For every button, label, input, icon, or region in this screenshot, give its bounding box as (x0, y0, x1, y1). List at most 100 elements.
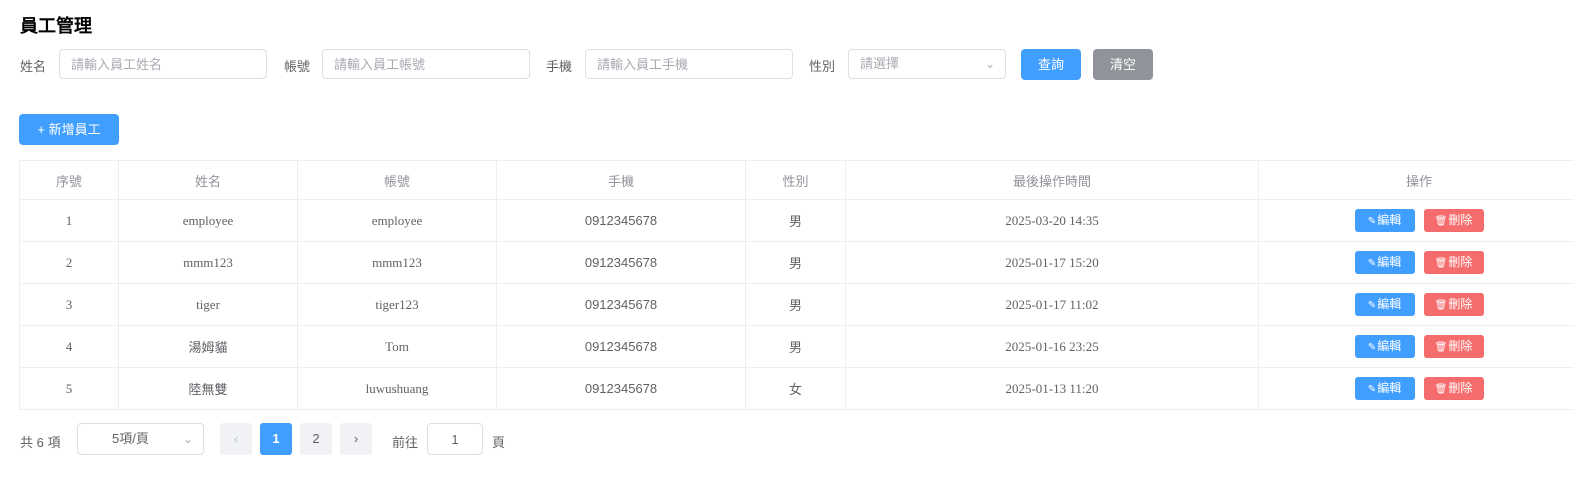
table-row: 2 mmm123 mmm123 0912345678 男 2025-01-17 … (19, 241, 1574, 284)
cell-account: Tom (297, 325, 497, 368)
cell-actions: ✎編輯 🗑刪除 (1258, 199, 1574, 242)
edit-icon: ✎ (1367, 216, 1377, 227)
trash-icon: 🗑 (1434, 384, 1448, 395)
cell-account: luwushuang (297, 367, 497, 410)
header-index: 序號 (19, 160, 119, 200)
cell-phone: 0912345678 (496, 367, 746, 410)
trash-icon: 🗑 (1434, 258, 1448, 269)
delete-label: 刪除 (1448, 381, 1473, 395)
gender-label: 性別 (809, 59, 836, 74)
cell-account: mmm123 (297, 241, 497, 284)
cell-name: mmm123 (118, 241, 298, 284)
edit-icon: ✎ (1367, 258, 1377, 269)
cell-index: 5 (19, 367, 119, 410)
edit-label: 編輯 (1377, 255, 1402, 269)
cell-name: employee (118, 199, 298, 242)
cell-phone: 0912345678 (496, 325, 746, 368)
cell-phone: 0912345678 (496, 283, 746, 326)
cell-actions: ✎編輯 🗑刪除 (1258, 325, 1574, 368)
edit-label: 編輯 (1377, 339, 1402, 353)
edit-icon: ✎ (1367, 342, 1377, 353)
cell-gender: 男 (745, 241, 846, 284)
prev-page-button[interactable]: ‹ (220, 423, 252, 455)
chevron-right-icon: › (353, 431, 359, 446)
cell-name: 湯姆貓 (118, 325, 298, 368)
chevron-down-icon: ⌄ (182, 432, 193, 446)
delete-button[interactable]: 🗑刪除 (1423, 209, 1484, 232)
edit-button[interactable]: ✎編輯 (1354, 335, 1415, 358)
delete-button[interactable]: 🗑刪除 (1423, 377, 1484, 400)
cell-index: 4 (19, 325, 119, 368)
delete-button[interactable]: 🗑刪除 (1423, 251, 1484, 274)
edit-button[interactable]: ✎編輯 (1354, 377, 1415, 400)
gender-select-placeholder: 請選擇 (860, 56, 900, 71)
search-button[interactable]: 查詢 (1021, 49, 1081, 80)
delete-label: 刪除 (1448, 339, 1473, 353)
cell-gender: 男 (745, 325, 846, 368)
header-actions: 操作 (1258, 160, 1574, 200)
cell-actions: ✎編輯 🗑刪除 (1258, 283, 1574, 326)
header-gender: 性別 (745, 160, 846, 200)
goto-prefix: 前往 (392, 435, 419, 450)
cell-name: tiger (118, 283, 298, 326)
phone-label: 手機 (546, 59, 573, 74)
edit-label: 編輯 (1377, 381, 1402, 395)
cell-index: 2 (19, 241, 119, 284)
delete-button[interactable]: 🗑刪除 (1423, 293, 1484, 316)
edit-icon: ✎ (1367, 384, 1377, 395)
page-size-select[interactable]: 5項/頁 ⌄ (77, 423, 204, 455)
chevron-left-icon: ‹ (233, 431, 239, 446)
table-row: 1 employee employee 0912345678 男 2025-03… (19, 199, 1574, 242)
cell-phone: 0912345678 (496, 199, 746, 242)
trash-icon: 🗑 (1434, 300, 1448, 311)
name-input[interactable] (59, 49, 267, 79)
cell-time: 2025-01-17 11:02 (845, 283, 1259, 326)
cell-gender: 女 (745, 367, 846, 410)
delete-button[interactable]: 🗑刪除 (1423, 335, 1484, 358)
page-button-1[interactable]: 1 (260, 423, 292, 455)
header-last-operation-time: 最後操作時間 (845, 160, 1259, 200)
edit-button[interactable]: ✎編輯 (1354, 209, 1415, 232)
table-row: 3 tiger tiger123 0912345678 男 2025-01-17… (19, 283, 1574, 326)
add-employee-button[interactable]: + 新增員工 (19, 114, 119, 145)
header-phone: 手機 (496, 160, 746, 200)
cell-name: 陸無雙 (118, 367, 298, 410)
chevron-down-icon: ⌄ (984, 57, 995, 71)
pagination-total: 共 6 項 (20, 435, 61, 450)
goto-page-input[interactable] (427, 423, 483, 455)
page-button-2[interactable]: 2 (300, 423, 332, 455)
goto-suffix: 頁 (492, 435, 506, 450)
trash-icon: 🗑 (1434, 342, 1448, 353)
page-title: 員工管理 (20, 16, 92, 36)
edit-icon: ✎ (1367, 300, 1377, 311)
cell-index: 1 (19, 199, 119, 242)
cell-account: employee (297, 199, 497, 242)
cell-time: 2025-01-17 15:20 (845, 241, 1259, 284)
cell-actions: ✎編輯 🗑刪除 (1258, 367, 1574, 410)
cell-time: 2025-01-16 23:25 (845, 325, 1259, 368)
header-name: 姓名 (118, 160, 298, 200)
account-input[interactable] (322, 49, 530, 79)
table-header-row: 序號 姓名 帳號 手機 性別 最後操作時間 操作 (19, 160, 1574, 200)
employee-table: 序號 姓名 帳號 手機 性別 最後操作時間 操作 1 employee empl… (19, 160, 1574, 410)
cell-gender: 男 (745, 199, 846, 242)
gender-select[interactable]: 請選擇 ⌄ (848, 49, 1006, 79)
cell-actions: ✎編輯 🗑刪除 (1258, 241, 1574, 284)
cell-time: 2025-03-20 14:35 (845, 199, 1259, 242)
phone-input[interactable] (585, 49, 793, 79)
page-size-value: 5項/頁 (112, 431, 149, 446)
next-page-button[interactable]: › (340, 423, 372, 455)
edit-button[interactable]: ✎編輯 (1354, 293, 1415, 316)
edit-label: 編輯 (1377, 213, 1402, 227)
cell-time: 2025-01-13 11:20 (845, 367, 1259, 410)
delete-label: 刪除 (1448, 255, 1473, 269)
name-label: 姓名 (20, 59, 47, 74)
account-label: 帳號 (284, 59, 311, 74)
table-row: 4 湯姆貓 Tom 0912345678 男 2025-01-16 23:25 … (19, 325, 1574, 368)
clear-button[interactable]: 清空 (1093, 49, 1153, 80)
edit-button[interactable]: ✎編輯 (1354, 251, 1415, 274)
edit-label: 編輯 (1377, 297, 1402, 311)
cell-index: 3 (19, 283, 119, 326)
header-account: 帳號 (297, 160, 497, 200)
trash-icon: 🗑 (1434, 216, 1448, 227)
